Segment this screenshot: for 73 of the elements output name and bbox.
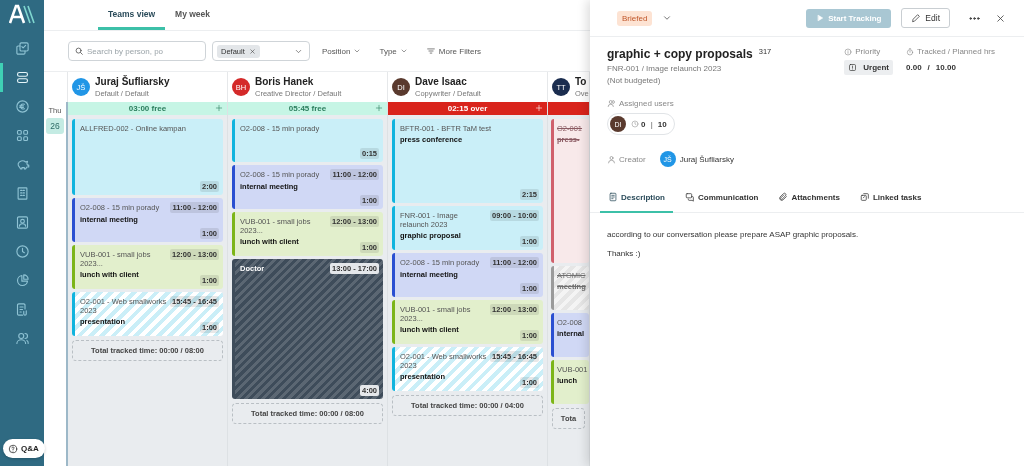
document-icon: [608, 192, 618, 202]
stopwatch-icon: [906, 47, 915, 56]
view-tab[interactable]: My week: [165, 9, 221, 30]
grid-icon: [14, 128, 30, 143]
building-icon: [14, 186, 30, 201]
project-label: FNR-001 / Image relaunch 2023: [607, 64, 723, 73]
person-icon: [607, 154, 616, 164]
description-text: Thanks :): [607, 249, 642, 258]
tracked-hours: 0.00: [906, 63, 922, 72]
add-icon[interactable]: [215, 104, 223, 112]
separator: /: [927, 63, 930, 72]
tracked-hours: 0: [641, 119, 646, 129]
filter-dropdown[interactable]: Position: [316, 46, 368, 56]
date-badge: 26: [46, 118, 64, 134]
detail-tab[interactable]: Description: [600, 192, 673, 213]
tracked-label: Tracked / Planned hrs: [917, 47, 995, 56]
linked-squares-icon: [859, 192, 870, 202]
description-text: according to our conversation please prepare ASAP graphic proposals.: [607, 230, 860, 239]
view-tab[interactable]: Teams view: [98, 9, 166, 30]
separator: |: [650, 119, 653, 129]
contact-card-icon: [14, 215, 30, 230]
task-title: graphic + copy proposals: [607, 47, 753, 61]
plus-icon: [535, 104, 543, 112]
filter-icon: [425, 46, 436, 56]
stack-icon: [14, 70, 30, 85]
planned-hours: 10: [657, 119, 667, 129]
search-icon: [74, 46, 84, 56]
document-clip-icon: [14, 302, 30, 317]
priority-badge[interactable]: Urgent: [844, 60, 894, 75]
plus-icon: [375, 104, 383, 112]
add-icon[interactable]: [375, 104, 383, 112]
person-name: Boris Hanek: [255, 76, 315, 87]
play-icon: [816, 14, 825, 22]
person-name: Juraj Šufliarsky: [95, 76, 170, 87]
detail-tab[interactable]: Communication: [677, 192, 767, 213]
capacity-label: 03:00 free: [128, 104, 167, 113]
detail-tab[interactable]: Attachments: [770, 192, 848, 213]
alert-icon: [848, 63, 858, 72]
chat-icon: [685, 192, 695, 202]
assigned-users-label: Assigned users: [619, 99, 674, 108]
clock-icon: [631, 120, 639, 128]
detail-tab[interactable]: Linked tasks: [851, 192, 930, 213]
planned-hours: 10.00: [935, 63, 956, 72]
chevron-down-icon: [399, 47, 408, 55]
logo-icon[interactable]: [9, 4, 35, 24]
capacity-label: 02:15 over: [447, 104, 488, 113]
clock-icon: [14, 244, 30, 259]
creator-label: Creator: [619, 154, 646, 164]
priority-label: Priority: [855, 47, 881, 56]
creator-name: Juraj Šufliarsky: [679, 154, 734, 164]
pencil-icon: [911, 13, 922, 23]
close-icon[interactable]: [248, 47, 256, 55]
person-name: To: [575, 76, 588, 87]
more-filters-button[interactable]: More Filters: [419, 46, 488, 56]
edit-button[interactable]: Edit: [901, 8, 950, 28]
status-badge[interactable]: Briefed: [617, 10, 653, 26]
euro-icon: [14, 99, 30, 114]
chevron-down-icon: [353, 47, 362, 55]
copy-check-icon: [14, 41, 30, 56]
paperclip-icon: [778, 192, 789, 202]
help-button[interactable]: Q&A: [3, 439, 45, 458]
person-name: Dave Isaac: [415, 76, 468, 87]
capacity-label: 05:45 free: [288, 104, 327, 113]
chevron-down-icon: [662, 13, 673, 23]
pie-chart-icon: [14, 273, 30, 288]
filter-dropdown[interactable]: Type: [373, 46, 414, 56]
search-field[interactable]: Search by person, po: [68, 41, 206, 61]
users-icon: [14, 331, 30, 346]
budget-label: (Not budgeted): [607, 76, 662, 85]
info-icon: [844, 47, 853, 56]
users-icon: [607, 99, 616, 108]
plus-icon: [215, 104, 223, 112]
help-icon: [8, 443, 18, 454]
